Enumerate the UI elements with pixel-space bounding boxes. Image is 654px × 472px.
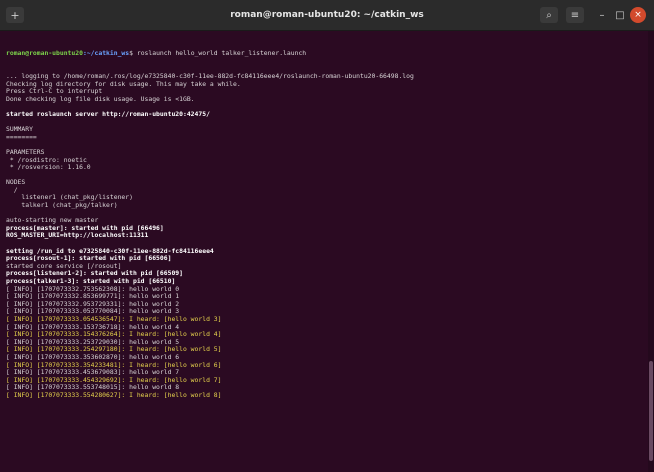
terminal-line: ROS_MASTER_URI=http://localhost:11311 [6, 231, 149, 240]
output-lines: ... logging to /home/roman/.ros/log/e732… [6, 72, 636, 400]
terminal-line: talker1 (chat_pkg/talker) [6, 201, 118, 210]
terminal-line: * /rosdistro: noetic [6, 155, 87, 164]
minimize-button[interactable]: – [594, 7, 610, 23]
scrollbar-thumb[interactable] [649, 361, 653, 461]
scrollbar[interactable] [648, 31, 654, 472]
search-button[interactable]: ⌕ [540, 7, 558, 23]
terminal-line: started roslaunch server http://roman-ub… [6, 109, 210, 118]
prompt-path: :~/catkin_ws [82, 49, 130, 58]
terminal-lines: roman@roman-ubuntu20:~/catkin_ws$ roslau… [6, 35, 636, 415]
close-button[interactable]: × [630, 7, 646, 23]
terminal-line: PARAMETERS [6, 147, 45, 156]
terminal-line: Done checking log file disk usage. Usage… [6, 94, 195, 103]
terminal-line: [ INFO] [1707073333.554280627]: I heard:… [6, 390, 222, 399]
terminal-output[interactable]: roman@roman-ubuntu20:~/catkin_ws$ roslau… [0, 31, 654, 472]
search-icon: ⌕ [546, 9, 552, 21]
title-bar[interactable]: + roman@roman-ubuntu20: ~/catkin_ws ⌕ ≡ … [0, 0, 654, 31]
prompt-symbol: $ [129, 49, 133, 58]
prompt-user-host: roman@roman-ubuntu20 [6, 49, 83, 58]
hamburger-icon: ≡ [570, 9, 580, 21]
terminal-window: + roman@roman-ubuntu20: ~/catkin_ws ⌕ ≡ … [0, 0, 654, 472]
terminal-line: * /rosversion: 1.16.0 [6, 163, 91, 172]
minimize-icon: – [599, 9, 605, 21]
maximize-icon: □ [615, 9, 625, 21]
prompt-command: roslaunch hello_world talker_listener.la… [136, 49, 307, 58]
terminal-line: SUMMARY [6, 125, 33, 134]
maximize-button[interactable]: □ [612, 7, 628, 23]
prompt-line: roman@roman-ubuntu20:~/catkin_ws$ roslau… [6, 49, 636, 58]
menu-button[interactable]: ≡ [566, 7, 584, 23]
terminal-line: NODES [6, 178, 26, 187]
terminal-line: ======== [6, 132, 37, 141]
close-icon: × [634, 10, 642, 20]
